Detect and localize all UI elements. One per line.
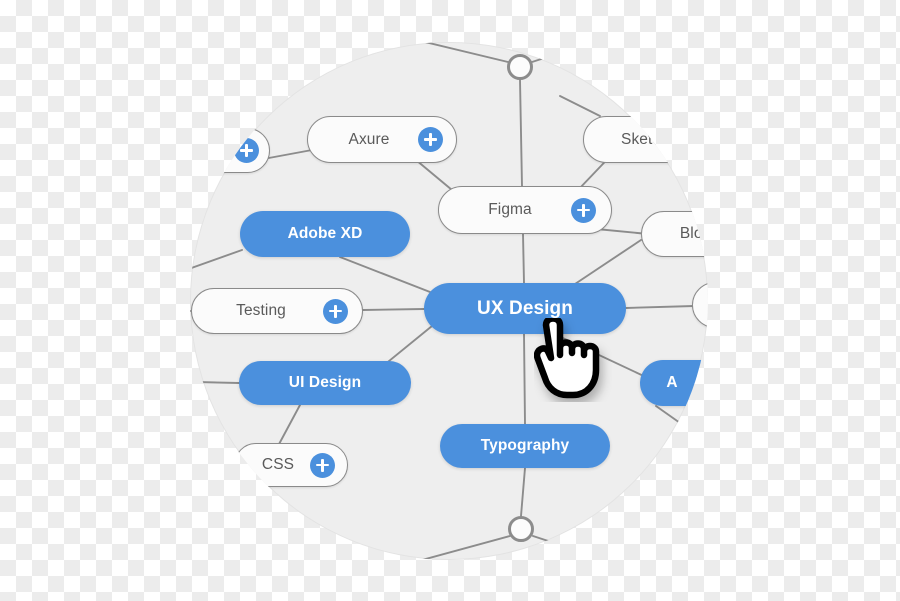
add-icon-css[interactable]: [310, 452, 335, 478]
edge-figma-ux: [522, 233, 525, 284]
node-typography[interactable]: Typography: [440, 424, 610, 468]
node-label-css: CSS: [261, 456, 295, 473]
node-sketch[interactable]: Sketch: [583, 116, 708, 163]
node-label-sketch: Sketch: [621, 130, 669, 148]
node-animation-clipped[interactable]: A: [640, 360, 708, 406]
node-label-ui-design: UI Design: [288, 374, 362, 391]
edge-dotbottom-rim-right: [532, 535, 607, 560]
edge-dottop-rim-left: [420, 42, 509, 63]
add-icon-axure[interactable]: [418, 127, 443, 152]
edge-dottop-rim-right: [531, 42, 597, 63]
edge-uidesign-css: [277, 404, 301, 447]
node-ux-design-root[interactable]: UX Design: [424, 283, 626, 334]
node-label-testing: Testing: [236, 302, 286, 319]
node-left-top-clipped[interactable]: [190, 128, 270, 173]
edge-ux-adobexd: [339, 256, 431, 293]
edge-ux-typography: [523, 333, 526, 425]
add-icon[interactable]: [234, 138, 259, 163]
add-icon-figma[interactable]: [571, 197, 596, 223]
node-testing[interactable]: Testing: [191, 288, 363, 334]
add-icon-testing[interactable]: [323, 298, 348, 324]
node-label-typography: Typography: [480, 437, 570, 454]
edge-typography-dot: [520, 467, 526, 517]
edge-ux-testing: [362, 308, 425, 311]
edge-dotbottom-rim-left: [418, 535, 511, 560]
edge-uidesign-rim: [195, 381, 240, 384]
mindmap-stage: Axure Sketch Figma Adobe XD Blocks: [0, 0, 900, 601]
add-icon-sketch[interactable]: [694, 127, 708, 152]
node-label-adobe-xd: Adobe XD: [287, 225, 363, 242]
node-adobe-xd[interactable]: Adobe XD: [240, 211, 410, 257]
edge-dottop-figma: [519, 79, 523, 187]
node-figma[interactable]: Figma: [438, 186, 612, 234]
node-label-ux-design: UX Design: [477, 297, 573, 319]
node-label-animation: A: [666, 374, 678, 391]
edge-ux-rightmid: [625, 305, 695, 309]
node-label-axure: Axure: [348, 130, 390, 148]
node-css[interactable]: CSS: [234, 443, 348, 487]
node-label-blocks: Blocks: [679, 225, 708, 242]
node-blocks[interactable]: Blocks: [641, 211, 708, 257]
connector-dot-bottom[interactable]: [508, 516, 534, 542]
edge-ux-animation: [549, 331, 649, 379]
edge-sketch-rim: [559, 95, 601, 117]
connector-dot-top[interactable]: [507, 54, 533, 80]
node-ui-design[interactable]: UI Design: [239, 361, 411, 405]
edge-animation-rim: [655, 405, 691, 431]
mindmap-circular-canvas: Axure Sketch Figma Adobe XD Blocks: [190, 42, 708, 560]
edge-adobexd-rim: [190, 249, 243, 270]
node-label-figma: Figma: [488, 201, 532, 218]
node-axure[interactable]: Axure: [307, 116, 457, 163]
